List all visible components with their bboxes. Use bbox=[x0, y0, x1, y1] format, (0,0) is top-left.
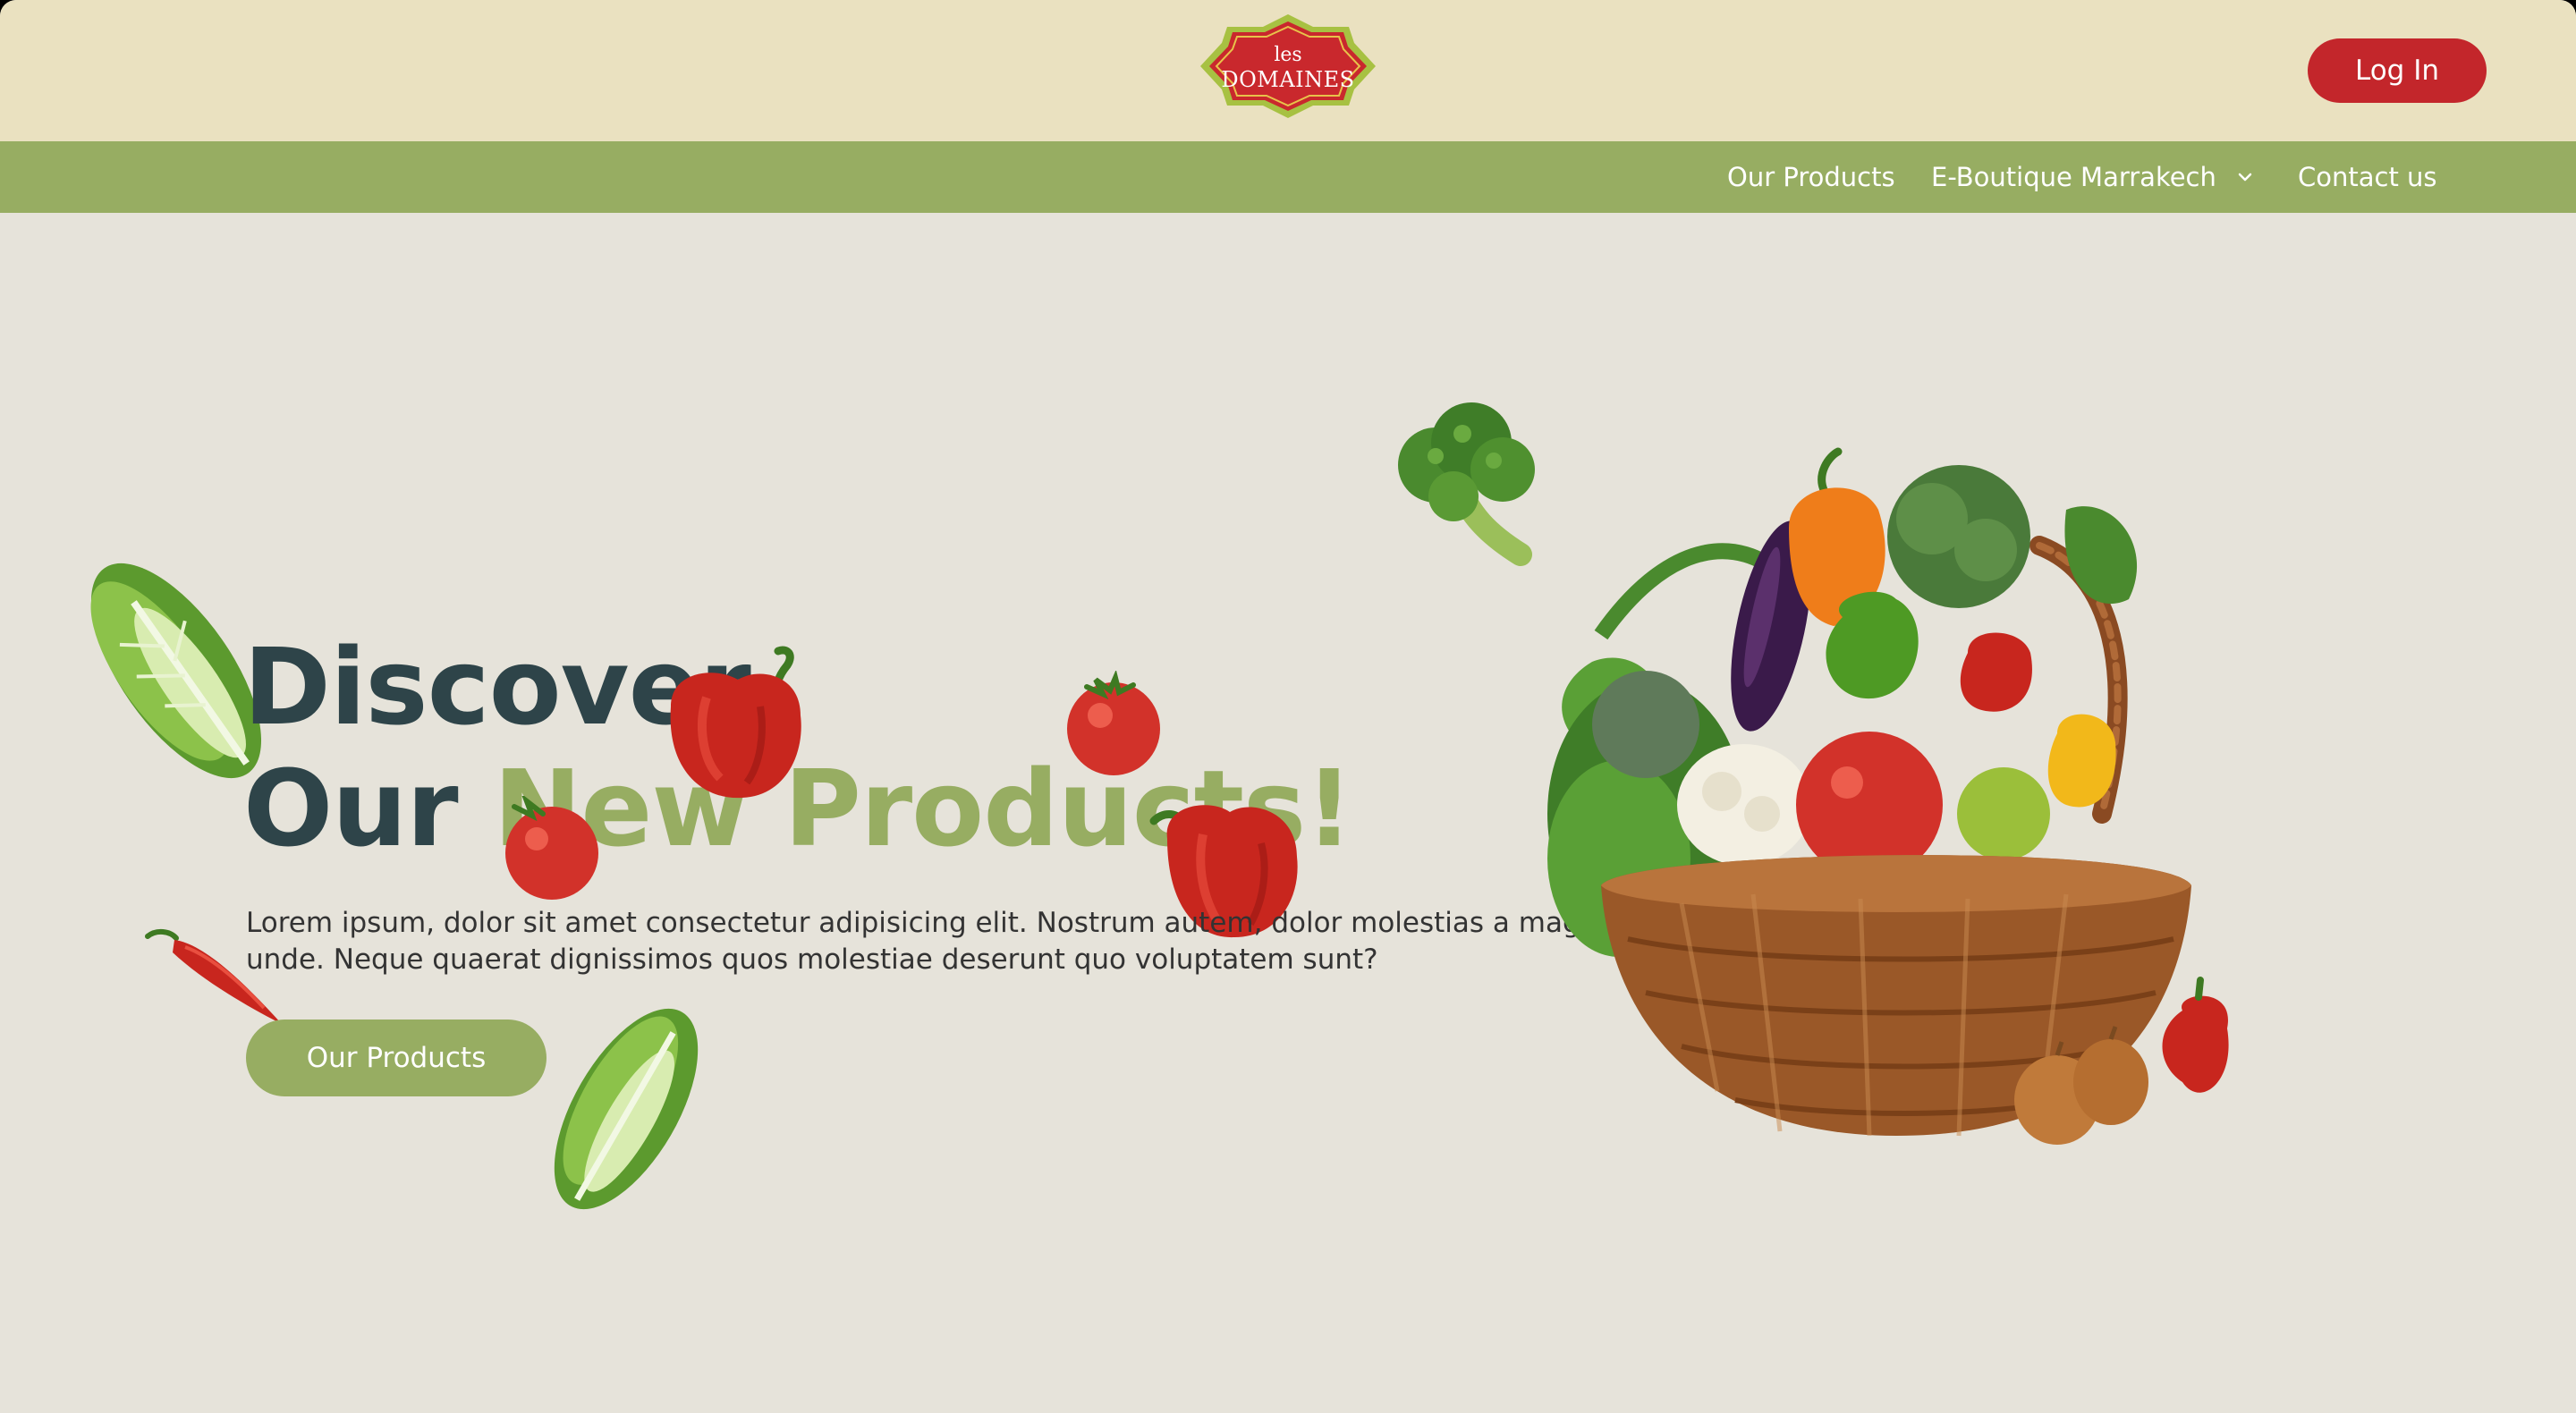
login-button[interactable]: Log In bbox=[2308, 38, 2487, 103]
main-nav: Our Products E-Boutique Marrakech Contac… bbox=[0, 141, 2576, 213]
nav-item-contact-us[interactable]: Contact us bbox=[2298, 141, 2437, 213]
brand-logo[interactable]: les DOMAINES bbox=[1199, 13, 1377, 120]
chevron-down-icon[interactable] bbox=[2231, 141, 2259, 213]
tomato-image bbox=[1067, 671, 1160, 775]
top-header: les DOMAINES Log In bbox=[0, 0, 2576, 141]
lettuce-image bbox=[554, 1008, 699, 1210]
chevron-down-glyph bbox=[2238, 173, 2252, 182]
logo-text: les DOMAINES bbox=[1199, 13, 1377, 120]
our-products-button[interactable]: Our Products bbox=[246, 1020, 547, 1096]
logo-line-2: DOMAINES bbox=[1221, 67, 1355, 92]
logo-line-1: les bbox=[1274, 44, 1302, 66]
nav-item-our-products[interactable]: Our Products bbox=[1727, 141, 1895, 213]
bell-pepper-image bbox=[670, 646, 801, 799]
page: les DOMAINES Log In Our Products E-Bouti… bbox=[0, 0, 2576, 1413]
nav-item-e-boutique-marrakech[interactable]: E-Boutique Marrakech bbox=[1931, 141, 2216, 213]
hero-description-line-1: Lorem ipsum, dolor sit amet consectetur … bbox=[246, 907, 1606, 939]
vegetable-basket-image bbox=[1547, 447, 2229, 1145]
hero-title-line-2: Our bbox=[243, 747, 459, 870]
hero-description: Lorem ipsum, dolor sit amet consectetur … bbox=[246, 905, 1641, 978]
hero-description-line-2: unde. Neque quaerat dignissimos quos mol… bbox=[246, 943, 1378, 976]
tomato-image bbox=[505, 796, 598, 900]
